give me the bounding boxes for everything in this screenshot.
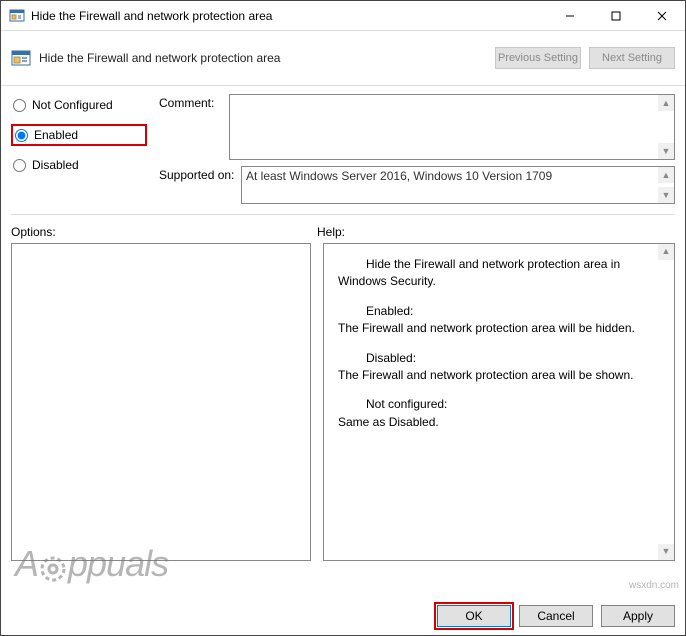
comment-label: Comment: xyxy=(159,94,229,160)
radio-enabled[interactable]: Enabled xyxy=(11,124,147,146)
scroll-down-icon[interactable]: ▼ xyxy=(658,187,674,203)
help-text-disabled-title: Disabled: xyxy=(338,350,650,367)
help-text-enabled-title: Enabled: xyxy=(338,303,650,320)
radio-disabled-label: Disabled xyxy=(32,158,79,172)
supported-text: At least Windows Server 2016, Windows 10… xyxy=(246,169,552,183)
help-text-notconf-body: Same as Disabled. xyxy=(338,414,650,431)
scroll-up-icon[interactable]: ▲ xyxy=(658,167,674,183)
next-setting-button[interactable]: Next Setting xyxy=(589,47,675,69)
comment-textbox[interactable]: ▲ ▼ xyxy=(229,94,675,160)
policy-title: Hide the Firewall and network protection… xyxy=(39,51,487,65)
corner-watermark: wsxdn.com xyxy=(629,580,679,591)
scroll-down-icon[interactable]: ▼ xyxy=(658,143,674,159)
maximize-button[interactable] xyxy=(593,1,639,31)
help-text-intro: Hide the Firewall and network protection… xyxy=(338,256,650,291)
minimize-button[interactable] xyxy=(547,1,593,31)
radio-not-configured-input[interactable] xyxy=(13,99,26,112)
help-pane: ▲ ▼ Hide the Firewall and network protec… xyxy=(323,243,675,561)
options-pane xyxy=(11,243,311,561)
ok-button[interactable]: OK xyxy=(437,605,511,627)
options-label: Options: xyxy=(11,225,317,239)
apply-button[interactable]: Apply xyxy=(601,605,675,627)
radio-disabled-input[interactable] xyxy=(13,159,26,172)
help-text-notconf-title: Not configured: xyxy=(338,396,650,413)
header: Hide the Firewall and network protection… xyxy=(1,31,685,79)
window-icon xyxy=(9,8,25,24)
state-radio-group: Not Configured Enabled Disabled xyxy=(11,94,147,210)
radio-not-configured-label: Not Configured xyxy=(32,98,113,112)
help-label: Help: xyxy=(317,225,345,239)
scroll-up-icon[interactable]: ▲ xyxy=(658,244,674,260)
help-text-disabled-body: The Firewall and network protection area… xyxy=(338,367,650,384)
radio-enabled-input[interactable] xyxy=(15,129,28,142)
titlebar: Hide the Firewall and network protection… xyxy=(1,1,685,31)
gear-icon xyxy=(38,551,68,581)
scroll-down-icon[interactable]: ▼ xyxy=(658,544,674,560)
radio-disabled[interactable]: Disabled xyxy=(11,154,147,176)
help-text-enabled-body: The Firewall and network protection area… xyxy=(338,320,650,337)
scroll-up-icon[interactable]: ▲ xyxy=(658,95,674,111)
watermark: A ppuals xyxy=(15,543,168,585)
watermark-right: ppuals xyxy=(68,543,168,585)
watermark-left: A xyxy=(15,543,38,585)
window-title: Hide the Firewall and network protection… xyxy=(31,9,547,23)
radio-enabled-label: Enabled xyxy=(34,128,78,142)
cancel-button[interactable]: Cancel xyxy=(519,605,593,627)
policy-icon xyxy=(11,48,31,68)
close-button[interactable] xyxy=(639,1,685,31)
supported-label: Supported on: xyxy=(159,166,241,182)
previous-setting-button[interactable]: Previous Setting xyxy=(495,47,581,69)
radio-not-configured[interactable]: Not Configured xyxy=(11,94,147,116)
supported-box: At least Windows Server 2016, Windows 10… xyxy=(241,166,675,204)
